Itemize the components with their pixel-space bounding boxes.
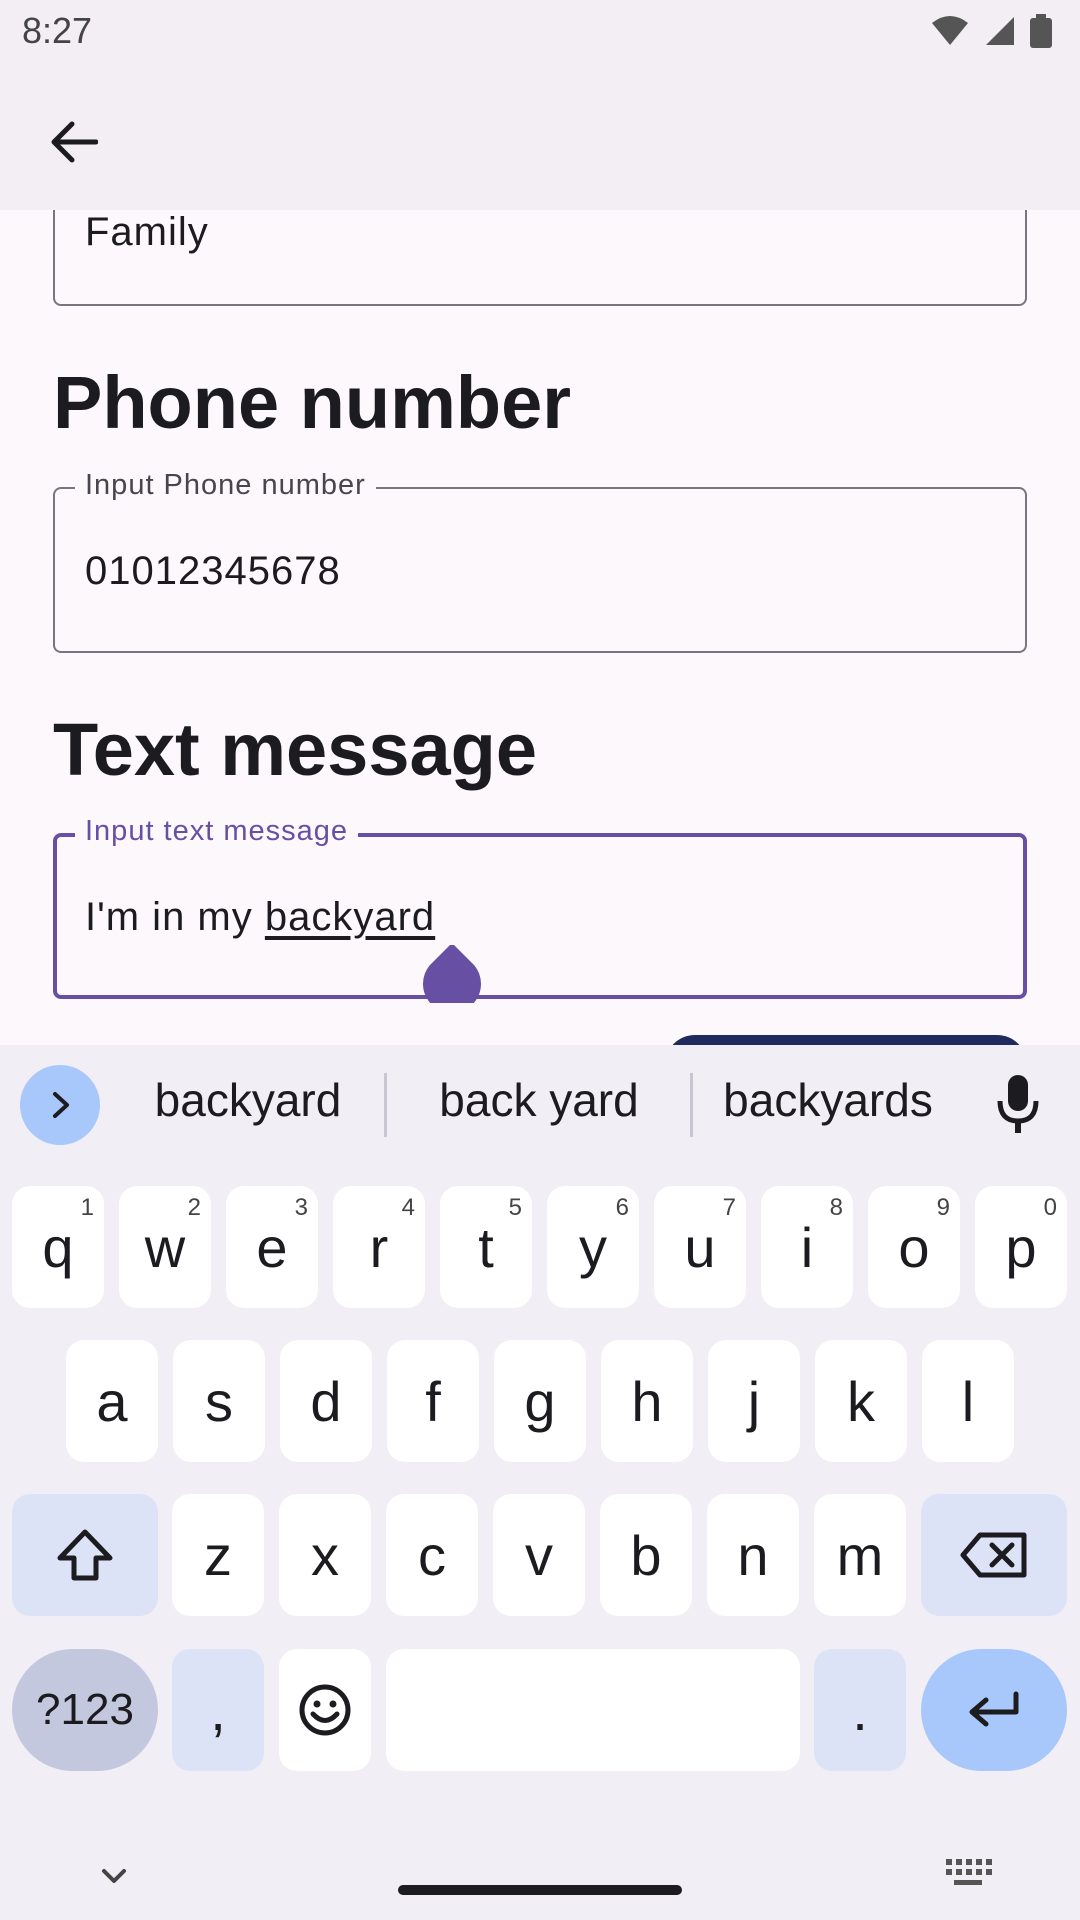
mic-icon xyxy=(997,1075,1039,1133)
back-arrow-icon xyxy=(51,121,98,163)
key-hint: 1 xyxy=(80,1194,94,1221)
signal-icon xyxy=(986,17,1014,45)
key-v[interactable]: v xyxy=(493,1494,585,1616)
status-bar: 8:27 xyxy=(0,0,1080,64)
phone-number-field[interactable]: Input Phone number 01012345678 xyxy=(53,469,1027,653)
chevron-down-icon[interactable] xyxy=(92,1855,136,1899)
phone-number-heading: Phone number xyxy=(53,361,572,444)
wifi-icon xyxy=(932,16,968,45)
key-hint: 8 xyxy=(829,1194,843,1221)
text-message-field-value: I'm in my backyard xyxy=(85,895,435,940)
key-label: o xyxy=(898,1215,930,1279)
period-key[interactable]: . xyxy=(814,1649,906,1771)
key-p[interactable]: p0 xyxy=(975,1186,1067,1308)
suggestion-divider xyxy=(384,1073,387,1137)
phone-number-field-label: Input Phone number xyxy=(75,469,376,502)
key-label: r xyxy=(369,1215,389,1279)
family-field[interactable]: Family xyxy=(53,210,1027,306)
key-label: q xyxy=(42,1215,74,1279)
comma-key[interactable]: , xyxy=(172,1649,264,1771)
key-hint: 5 xyxy=(508,1194,522,1221)
key-hint: 0 xyxy=(1043,1194,1057,1221)
key-c[interactable]: c xyxy=(386,1494,478,1616)
app-bar xyxy=(0,64,1080,210)
form-content[interactable]: Family Phone number Input Phone number 0… xyxy=(0,210,1080,1045)
status-icons xyxy=(930,14,1052,48)
key-label: p xyxy=(1005,1215,1037,1279)
suggestion-1[interactable]: backyard xyxy=(150,1073,346,1127)
key-label: i xyxy=(800,1215,814,1279)
key-m[interactable]: m xyxy=(814,1494,906,1616)
key-h[interactable]: h xyxy=(601,1340,693,1462)
key-x[interactable]: x xyxy=(279,1494,371,1616)
key-hint: 9 xyxy=(936,1194,950,1221)
suggestion-3[interactable]: backyards xyxy=(716,1073,940,1127)
home-indicator[interactable] xyxy=(398,1885,682,1895)
phone-number-field-value: 01012345678 xyxy=(85,549,341,593)
key-label: t xyxy=(478,1215,494,1279)
key-u[interactable]: u7 xyxy=(654,1186,746,1308)
key-r[interactable]: r4 xyxy=(333,1186,425,1308)
backspace-icon xyxy=(960,1532,1027,1578)
emoji-key[interactable] xyxy=(279,1649,371,1771)
status-time: 8:27 xyxy=(22,10,93,51)
key-j[interactable]: j xyxy=(708,1340,800,1462)
key-l[interactable]: l xyxy=(922,1340,1014,1462)
key-d[interactable]: d xyxy=(280,1340,372,1462)
expand-toolbar-button[interactable] xyxy=(20,1065,100,1145)
text-message-field-label: Input text message xyxy=(75,815,359,848)
shift-key[interactable] xyxy=(12,1494,158,1616)
key-k[interactable]: k xyxy=(815,1340,907,1462)
key-label: y xyxy=(579,1215,607,1279)
symbols-key[interactable]: ?123 xyxy=(12,1649,158,1771)
key-w[interactable]: w2 xyxy=(119,1186,211,1308)
key-hint: 6 xyxy=(615,1194,629,1221)
voice-input-button[interactable] xyxy=(990,1073,1046,1137)
emoji-icon xyxy=(299,1684,351,1736)
suggestion-2[interactable]: back yard xyxy=(424,1073,654,1127)
key-hint: 4 xyxy=(401,1194,415,1221)
suggestion-divider xyxy=(690,1073,693,1137)
family-field-value: Family xyxy=(85,210,209,254)
key-label: u xyxy=(684,1215,716,1279)
space-key[interactable] xyxy=(386,1649,800,1771)
key-e[interactable]: e3 xyxy=(226,1186,318,1308)
key-i[interactable]: i8 xyxy=(761,1186,853,1308)
key-hint: 2 xyxy=(187,1194,201,1221)
text-message-heading: Text message xyxy=(53,708,537,791)
key-z[interactable]: z xyxy=(172,1494,264,1616)
keyboard-icon[interactable] xyxy=(944,1855,992,1891)
enter-icon xyxy=(969,1691,1019,1727)
text-message-field[interactable]: Input text message I'm in my backyard xyxy=(53,815,1027,999)
key-g[interactable]: g xyxy=(494,1340,586,1462)
message-prefix: I'm in my xyxy=(85,895,265,939)
key-q[interactable]: q1 xyxy=(12,1186,104,1308)
key-a[interactable]: a xyxy=(66,1340,158,1462)
message-composing-word: backyard xyxy=(264,895,436,939)
backspace-key[interactable] xyxy=(921,1494,1067,1616)
key-hint: 7 xyxy=(722,1194,736,1221)
suggestion-strip: backyard back yard backyards xyxy=(0,1045,1080,1165)
enter-key[interactable] xyxy=(921,1649,1067,1771)
key-hint: 3 xyxy=(294,1194,308,1221)
key-n[interactable]: n xyxy=(707,1494,799,1616)
cursor-handle[interactable] xyxy=(423,945,481,1003)
key-b[interactable]: b xyxy=(600,1494,692,1616)
key-s[interactable]: s xyxy=(173,1340,265,1462)
shift-icon xyxy=(57,1529,113,1581)
key-o[interactable]: o9 xyxy=(868,1186,960,1308)
soft-keyboard: backyard back yard backyards q1w2e3r4t5y… xyxy=(0,1045,1080,1920)
battery-icon xyxy=(1030,14,1052,48)
key-f[interactable]: f xyxy=(387,1340,479,1462)
key-y[interactable]: y6 xyxy=(547,1186,639,1308)
key-t[interactable]: t5 xyxy=(440,1186,532,1308)
chevron-right-icon xyxy=(53,1092,69,1118)
key-label: w xyxy=(144,1215,186,1279)
key-label: e xyxy=(256,1215,288,1279)
back-button[interactable] xyxy=(34,102,114,182)
